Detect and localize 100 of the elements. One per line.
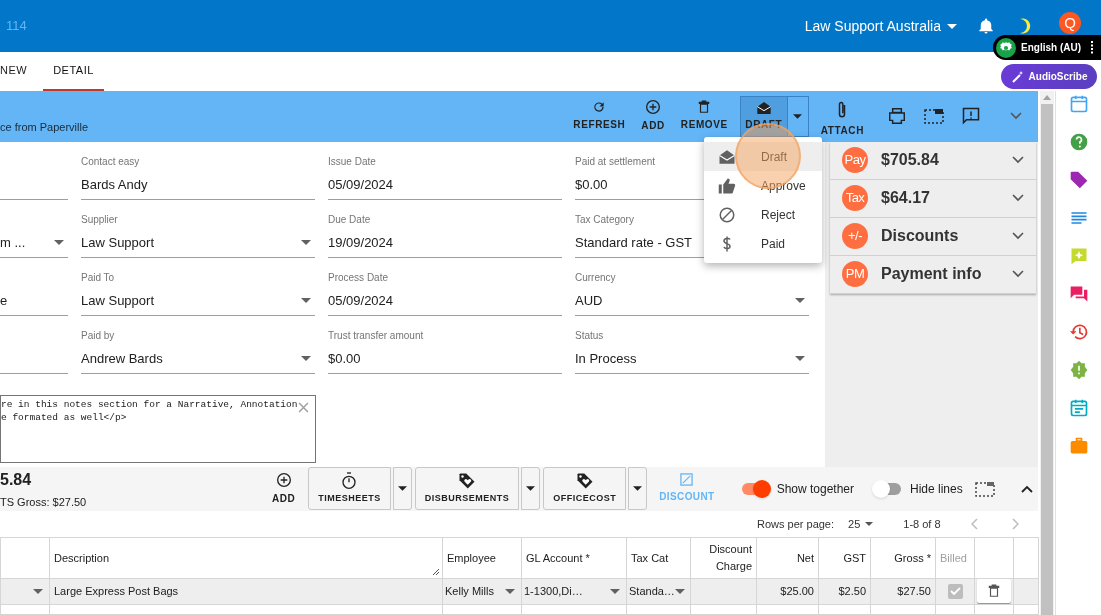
stopwatch-icon — [341, 472, 358, 491]
chevron-down-icon[interactable] — [1012, 232, 1024, 241]
field-value: 19/09/2024 — [328, 234, 394, 253]
scroll-up-icon[interactable] — [1043, 95, 1051, 100]
printer-icon[interactable] — [888, 108, 906, 125]
rows-per-page-select[interactable]: 25 — [848, 515, 874, 533]
field-label: Trust transfer amount — [328, 329, 424, 344]
remove-button[interactable]: REMOVE — [672, 91, 736, 142]
record-subtitle: ce from Paperville — [0, 120, 89, 136]
tag-icon[interactable] — [1068, 170, 1089, 190]
timer-lines-button[interactable]: TIMESHEETS — [308, 467, 391, 511]
field-value: Andrew Bards — [81, 350, 163, 369]
split-menu-button[interactable] — [392, 467, 412, 511]
help-icon[interactable] — [1068, 132, 1089, 152]
lines-total: 5.84 — [0, 469, 33, 490]
form-field[interactable]: Currency AUD — [575, 269, 809, 316]
discount-icon — [680, 473, 694, 487]
summary-label: $705.84 — [881, 150, 940, 171]
drag-handle-icon[interactable] — [1090, 40, 1094, 55]
tag-lines-button[interactable]: DISBURSEMENTS — [414, 467, 520, 511]
gear-icon — [996, 37, 1016, 58]
toggle-label: Hide lines — [910, 480, 963, 498]
summary-item[interactable]: PM Payment info — [830, 255, 1036, 294]
status-menu-item[interactable]: Paid — [704, 229, 822, 258]
caret-icon — [505, 589, 515, 594]
form-field[interactable]: Supplier Law Support — [81, 211, 315, 258]
split-menu-button[interactable] — [628, 467, 648, 511]
field-value: Bards Andy — [81, 176, 148, 195]
column-header[interactable]: GST — [843, 549, 866, 567]
form-field[interactable]: Paid by Andrew Bards — [81, 327, 315, 374]
draft-menu-button[interactable] — [787, 96, 809, 137]
history-icon[interactable] — [1068, 322, 1089, 342]
form-field[interactable]: Issue Date 05/09/2024 — [328, 153, 562, 200]
add-line-button[interactable]: ADD — [262, 471, 306, 506]
field-label: Status — [575, 329, 604, 344]
event-icon[interactable] — [1068, 398, 1089, 418]
envelope-icon — [755, 100, 772, 115]
field-value: Standard rate - GST — [575, 234, 693, 253]
form-field[interactable]: Paid To Law Support — [81, 269, 315, 316]
caret-icon — [301, 240, 311, 246]
field-label: Supplier — [81, 213, 118, 228]
layout-icon[interactable] — [924, 108, 944, 125]
notes-line: e formated as well</p> — [1, 410, 127, 424]
caret-icon — [610, 589, 620, 594]
chevron-down-icon[interactable] — [1010, 112, 1022, 121]
summary-item[interactable]: +/- Discounts — [830, 217, 1036, 256]
table-cell: $2.50 — [838, 585, 866, 598]
table-cell: $25.00 — [780, 585, 814, 598]
refresh-icon — [592, 100, 607, 115]
assistant-button[interactable]: AudioScribe — [1001, 64, 1097, 89]
form-field[interactable]: Status In Process — [575, 327, 809, 374]
summary-badge: PM — [842, 261, 868, 288]
attach-button[interactable]: ATTACH — [812, 91, 872, 142]
chat-icon[interactable] — [1068, 284, 1089, 304]
tag-lines-button[interactable]: OFFICECOST — [543, 467, 627, 511]
layout-icon[interactable] — [974, 480, 995, 497]
add-button[interactable]: ADD — [633, 91, 673, 142]
language-widget[interactable]: English (AU) — [993, 35, 1101, 60]
column-header[interactable]: Description — [54, 549, 110, 567]
caret-icon — [301, 298, 311, 304]
plus-circle-icon — [645, 99, 662, 116]
chevron-down-icon[interactable] — [1012, 156, 1024, 165]
scrollbar[interactable] — [1040, 91, 1054, 615]
column-header[interactable]: Net — [796, 549, 814, 567]
organisation-selector[interactable]: Law Support Australia — [804, 15, 957, 37]
form-field[interactable]: Trust transfer amount $0.00 — [328, 327, 562, 374]
clear-icon[interactable] — [298, 401, 309, 413]
field-value: m ... — [0, 234, 26, 253]
form-field[interactable]: Contact easy Bards Andy — [81, 153, 315, 200]
tab[interactable]: NEW — [0, 52, 44, 91]
alert-badge-icon[interactable] — [1068, 360, 1089, 380]
chevron-down-icon[interactable] — [1012, 194, 1024, 203]
delete-row-button[interactable] — [977, 579, 1011, 604]
refresh-button[interactable]: REFRESH — [565, 91, 634, 142]
field-value: $0.00 — [328, 350, 361, 369]
field-label: Paid by — [81, 329, 115, 344]
field-value: 05/09/2024 — [328, 292, 394, 311]
summary-item[interactable]: Tax $64.17 — [830, 179, 1036, 218]
split-menu-button[interactable] — [521, 467, 541, 511]
notes-field[interactable]: re in this notes section for a Narrative, Annotation e formated as well</p> — [0, 394, 316, 463]
resize-handle-icon[interactable] — [432, 568, 440, 576]
prohibited-icon — [718, 205, 736, 224]
chevron-up-icon[interactable] — [1020, 484, 1033, 493]
form-field[interactable]: e — [0, 269, 68, 316]
form-field[interactable]: m ... — [0, 211, 68, 258]
status-menu-item[interactable]: Reject — [704, 200, 822, 229]
field-label: Paid at settlement — [575, 155, 656, 170]
field-value: Law Support — [81, 292, 154, 311]
form-field[interactable]: Process Date 05/09/2024 — [328, 269, 562, 316]
briefcase-icon[interactable] — [1068, 436, 1089, 456]
comment-alert-icon[interactable] — [962, 107, 980, 126]
summary-item[interactable]: Pay $705.84 — [830, 141, 1036, 180]
caret-icon — [633, 486, 643, 492]
form-field[interactable]: Due Date 19/09/2024 — [328, 211, 562, 258]
bell-icon[interactable] — [977, 17, 995, 35]
ts-gross: TS Gross: $27.50 — [0, 494, 88, 510]
thumbs-up-icon — [718, 176, 736, 195]
page-range: 1-8 of 8 — [903, 516, 941, 532]
calendar-icon[interactable] — [1068, 94, 1089, 114]
chevron-down-icon[interactable] — [1012, 270, 1024, 279]
